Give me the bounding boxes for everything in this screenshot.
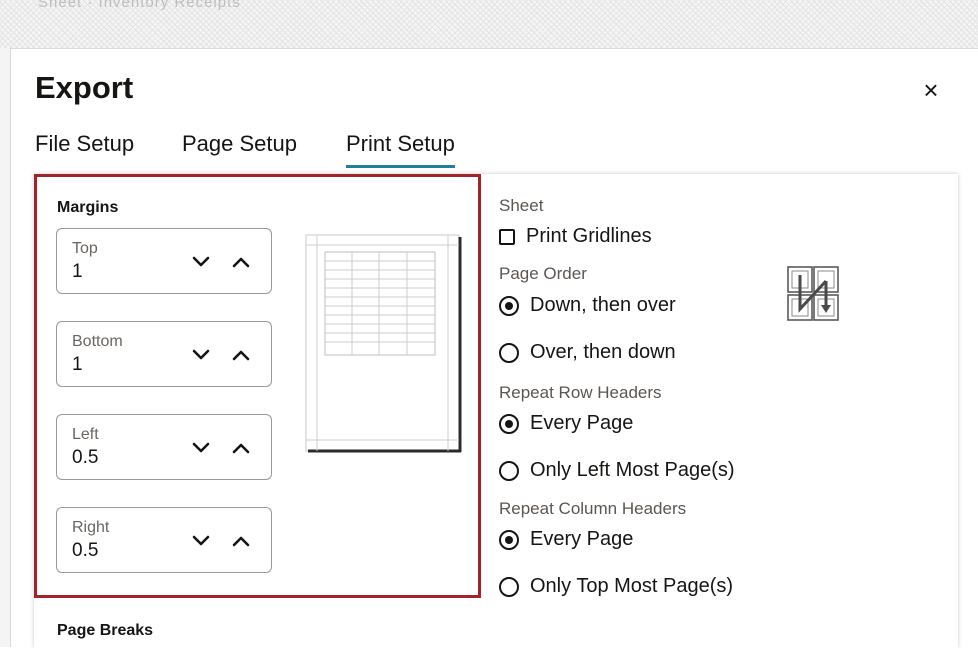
dialog-title: Export bbox=[35, 70, 134, 105]
checkbox-box bbox=[499, 228, 515, 245]
page-order-over-then-down-radio[interactable]: Over, then down bbox=[499, 341, 676, 364]
over-then-down-label: Over, then down bbox=[530, 341, 676, 363]
tab-print-setup[interactable]: Print Setup bbox=[346, 131, 455, 168]
margin-bottom-increase-button[interactable] bbox=[226, 340, 256, 370]
tab-file-setup[interactable]: File Setup bbox=[35, 131, 134, 165]
margin-bottom-decrease-button[interactable] bbox=[186, 340, 216, 370]
page-preview-graphic bbox=[305, 234, 462, 453]
chevron-up-icon bbox=[232, 536, 250, 547]
background-ghost-text: Sheet · Inventory Receipts bbox=[38, 0, 241, 11]
radio-unselected-icon bbox=[499, 342, 519, 363]
radio-unselected-icon bbox=[499, 576, 519, 597]
margin-top-value: 1 bbox=[72, 261, 83, 282]
column-headers-only-top-most-radio[interactable]: Only Top Most Page(s) bbox=[499, 575, 733, 598]
margin-bottom-field[interactable]: Bottom 1 bbox=[56, 321, 272, 387]
margin-top-increase-button[interactable] bbox=[226, 247, 256, 277]
tab-page-setup[interactable]: Page Setup bbox=[182, 131, 297, 165]
row-only-left-most-label: Only Left Most Page(s) bbox=[530, 459, 735, 481]
radio-selected-icon bbox=[499, 413, 519, 434]
margin-left-label: Left bbox=[72, 426, 99, 443]
margin-left-decrease-button[interactable] bbox=[186, 433, 216, 463]
close-button[interactable]: × bbox=[916, 75, 946, 105]
repeat-column-headers-label: Repeat Column Headers bbox=[499, 499, 687, 518]
margin-left-value: 0.5 bbox=[72, 447, 99, 468]
print-gridlines-checkbox[interactable]: Print Gridlines bbox=[499, 225, 652, 248]
column-only-top-most-label: Only Top Most Page(s) bbox=[530, 575, 734, 597]
page-order-icon bbox=[787, 266, 839, 321]
margin-bottom-value: 1 bbox=[72, 354, 83, 375]
row-every-page-label: Every Page bbox=[530, 412, 634, 434]
margin-right-increase-button[interactable] bbox=[226, 526, 256, 556]
chevron-up-icon bbox=[232, 350, 250, 361]
column-headers-every-page-radio[interactable]: Every Page bbox=[499, 528, 633, 551]
radio-selected-icon bbox=[499, 529, 519, 550]
margin-bottom-label: Bottom bbox=[72, 333, 123, 350]
background-left-edge bbox=[0, 48, 11, 647]
page-order-label: Page Order bbox=[499, 264, 587, 283]
margin-right-value: 0.5 bbox=[72, 540, 99, 561]
margin-top-field[interactable]: Top 1 bbox=[56, 228, 272, 294]
row-headers-only-left-most-radio[interactable]: Only Left Most Page(s) bbox=[499, 459, 735, 482]
margin-top-label: Top bbox=[72, 240, 98, 257]
margin-left-increase-button[interactable] bbox=[226, 433, 256, 463]
radio-selected-icon bbox=[499, 295, 519, 316]
radio-unselected-icon bbox=[499, 460, 519, 481]
margin-right-field[interactable]: Right 0.5 bbox=[56, 507, 272, 573]
column-every-page-label: Every Page bbox=[530, 528, 634, 550]
margin-right-label: Right bbox=[72, 519, 110, 536]
page-breaks-label: Page Breaks bbox=[57, 622, 154, 639]
chevron-up-icon bbox=[232, 443, 250, 454]
chevron-down-icon bbox=[192, 349, 210, 360]
close-icon: × bbox=[923, 75, 939, 105]
chevron-down-icon bbox=[192, 535, 210, 546]
chevron-up-icon bbox=[232, 257, 250, 268]
margin-left-field[interactable]: Left 0.5 bbox=[56, 414, 272, 480]
chevron-down-icon bbox=[192, 256, 210, 267]
page-order-down-then-over-radio[interactable]: Down, then over bbox=[499, 294, 676, 317]
row-headers-every-page-radio[interactable]: Every Page bbox=[499, 412, 633, 435]
down-then-over-label: Down, then over bbox=[530, 294, 676, 316]
margin-top-decrease-button[interactable] bbox=[186, 247, 216, 277]
chevron-down-icon bbox=[192, 442, 210, 453]
margins-label: Margins bbox=[57, 199, 119, 216]
export-dialog: Export × File Setup Page Setup Print Set… bbox=[11, 48, 978, 648]
margin-right-decrease-button[interactable] bbox=[186, 526, 216, 556]
print-setup-panel: Margins Top 1 Bottom 1 Left 0.5 Right 0.… bbox=[34, 174, 958, 648]
background-app-strip: Sheet · Inventory Receipts bbox=[0, 0, 978, 48]
sheet-label: Sheet bbox=[499, 196, 544, 215]
print-gridlines-label: Print Gridlines bbox=[526, 225, 652, 247]
repeat-row-headers-label: Repeat Row Headers bbox=[499, 383, 662, 402]
